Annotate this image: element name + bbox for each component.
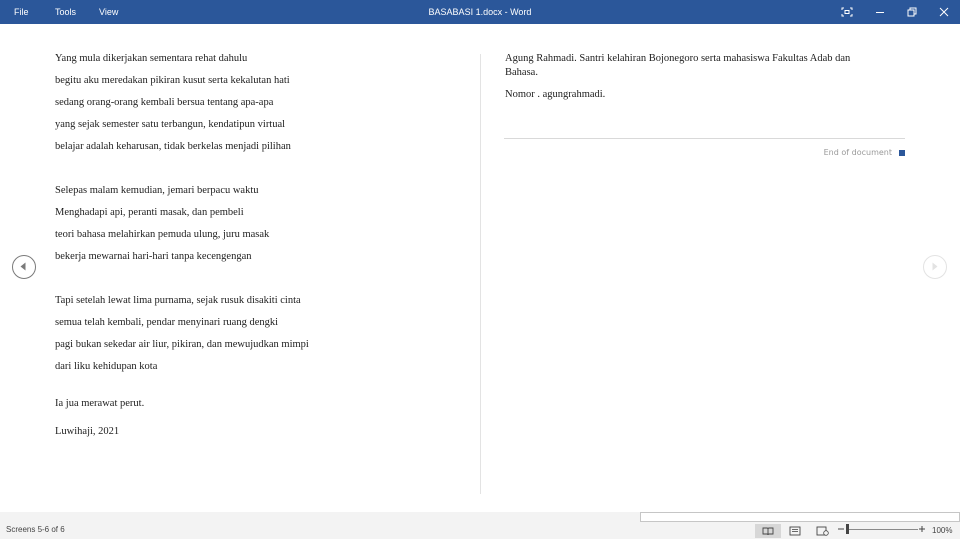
- screen-counter: Screens 5-6 of 6: [6, 525, 65, 534]
- poem-line: bekerja mewarnai hari-hari tanpa kecenge…: [55, 251, 252, 262]
- title-bar: File Tools View BASABASI 1.docx - Word: [0, 0, 960, 24]
- minimize-button[interactable]: [864, 0, 896, 24]
- end-separator: [504, 138, 905, 139]
- signature-line: Luwihaji, 2021: [55, 426, 120, 437]
- end-of-document-label: End of document: [823, 148, 892, 157]
- restore-icon: [907, 7, 917, 17]
- poem-line: teori bahasa melahirkan pemuda ulung, ju…: [55, 229, 270, 240]
- reading-view: Yang mula dikerjakan sementara rehat dah…: [0, 24, 960, 512]
- zoom-slider-thumb[interactable]: [846, 524, 849, 534]
- read-mode-button[interactable]: [755, 524, 781, 538]
- web-layout-button[interactable]: [809, 524, 835, 538]
- poem-line: Yang mula dikerjakan sementara rehat dah…: [55, 53, 248, 64]
- poem-line: Menghadapi api, peranti masak, dan pembe…: [55, 207, 244, 218]
- print-layout-button[interactable]: [782, 524, 808, 538]
- page-divider: [480, 54, 481, 494]
- restore-button[interactable]: [896, 0, 928, 24]
- end-square-icon: [899, 149, 905, 156]
- minimize-icon: [876, 12, 884, 13]
- end-of-document-marker: End of document: [760, 148, 905, 157]
- poem-line: belajar adalah keharusan, tidak berkelas…: [55, 141, 291, 152]
- zoom-in-button[interactable]: [918, 525, 926, 535]
- previous-screen-button[interactable]: [12, 255, 36, 279]
- menu-view[interactable]: View: [99, 0, 118, 24]
- minus-icon: [838, 528, 844, 530]
- author-bio-continued: Bahasa.: [505, 67, 538, 78]
- author-contact: Nomor . agungrahmadi.: [505, 89, 606, 100]
- window-title: BASABASI 1.docx - Word: [428, 7, 532, 17]
- poem-line: yang sejak semester satu terbangun, kend…: [55, 119, 286, 130]
- zoom-level[interactable]: 100%: [932, 526, 952, 535]
- poem-line: dari liku kehidupan kota: [55, 361, 158, 372]
- poem-line: sedang orang-orang kembali bersua tentan…: [55, 97, 274, 108]
- plus-icon: [919, 526, 925, 532]
- close-icon: [939, 7, 949, 17]
- close-button[interactable]: [928, 0, 960, 24]
- web-layout-icon: [816, 526, 829, 536]
- poem-line: semua telah kembali, pendar menyinari ru…: [55, 317, 279, 328]
- focus-mode-button[interactable]: [831, 0, 863, 24]
- zoom-out-button[interactable]: [837, 525, 845, 535]
- focus-icon: [841, 7, 853, 17]
- status-bar: Screens 5-6 of 6 100%: [0, 512, 960, 539]
- next-screen-button[interactable]: [923, 255, 947, 279]
- triangle-right-icon: [932, 262, 938, 271]
- poem-line: Selepas malam kemudian, jemari berpacu w…: [55, 185, 259, 196]
- closing-line: Ia jua merawat perut.: [55, 398, 145, 409]
- author-bio: Agung Rahmadi. Santri kelahiran Bojonego…: [505, 53, 851, 64]
- poem-line: begitu aku meredakan pikiran kusut serta…: [55, 75, 290, 86]
- book-icon: [762, 527, 774, 535]
- menu-file[interactable]: File: [14, 0, 29, 24]
- horizontal-scrollbar[interactable]: [640, 512, 960, 522]
- poem-line: Tapi setelah lewat lima purnama, sejak r…: [55, 295, 301, 306]
- triangle-left-icon: [20, 262, 26, 271]
- print-layout-icon: [789, 526, 801, 536]
- menu-tools[interactable]: Tools: [55, 0, 76, 24]
- poem-line: pagi bukan sekedar air liur, pikiran, da…: [55, 339, 309, 350]
- zoom-slider-track[interactable]: [848, 529, 918, 530]
